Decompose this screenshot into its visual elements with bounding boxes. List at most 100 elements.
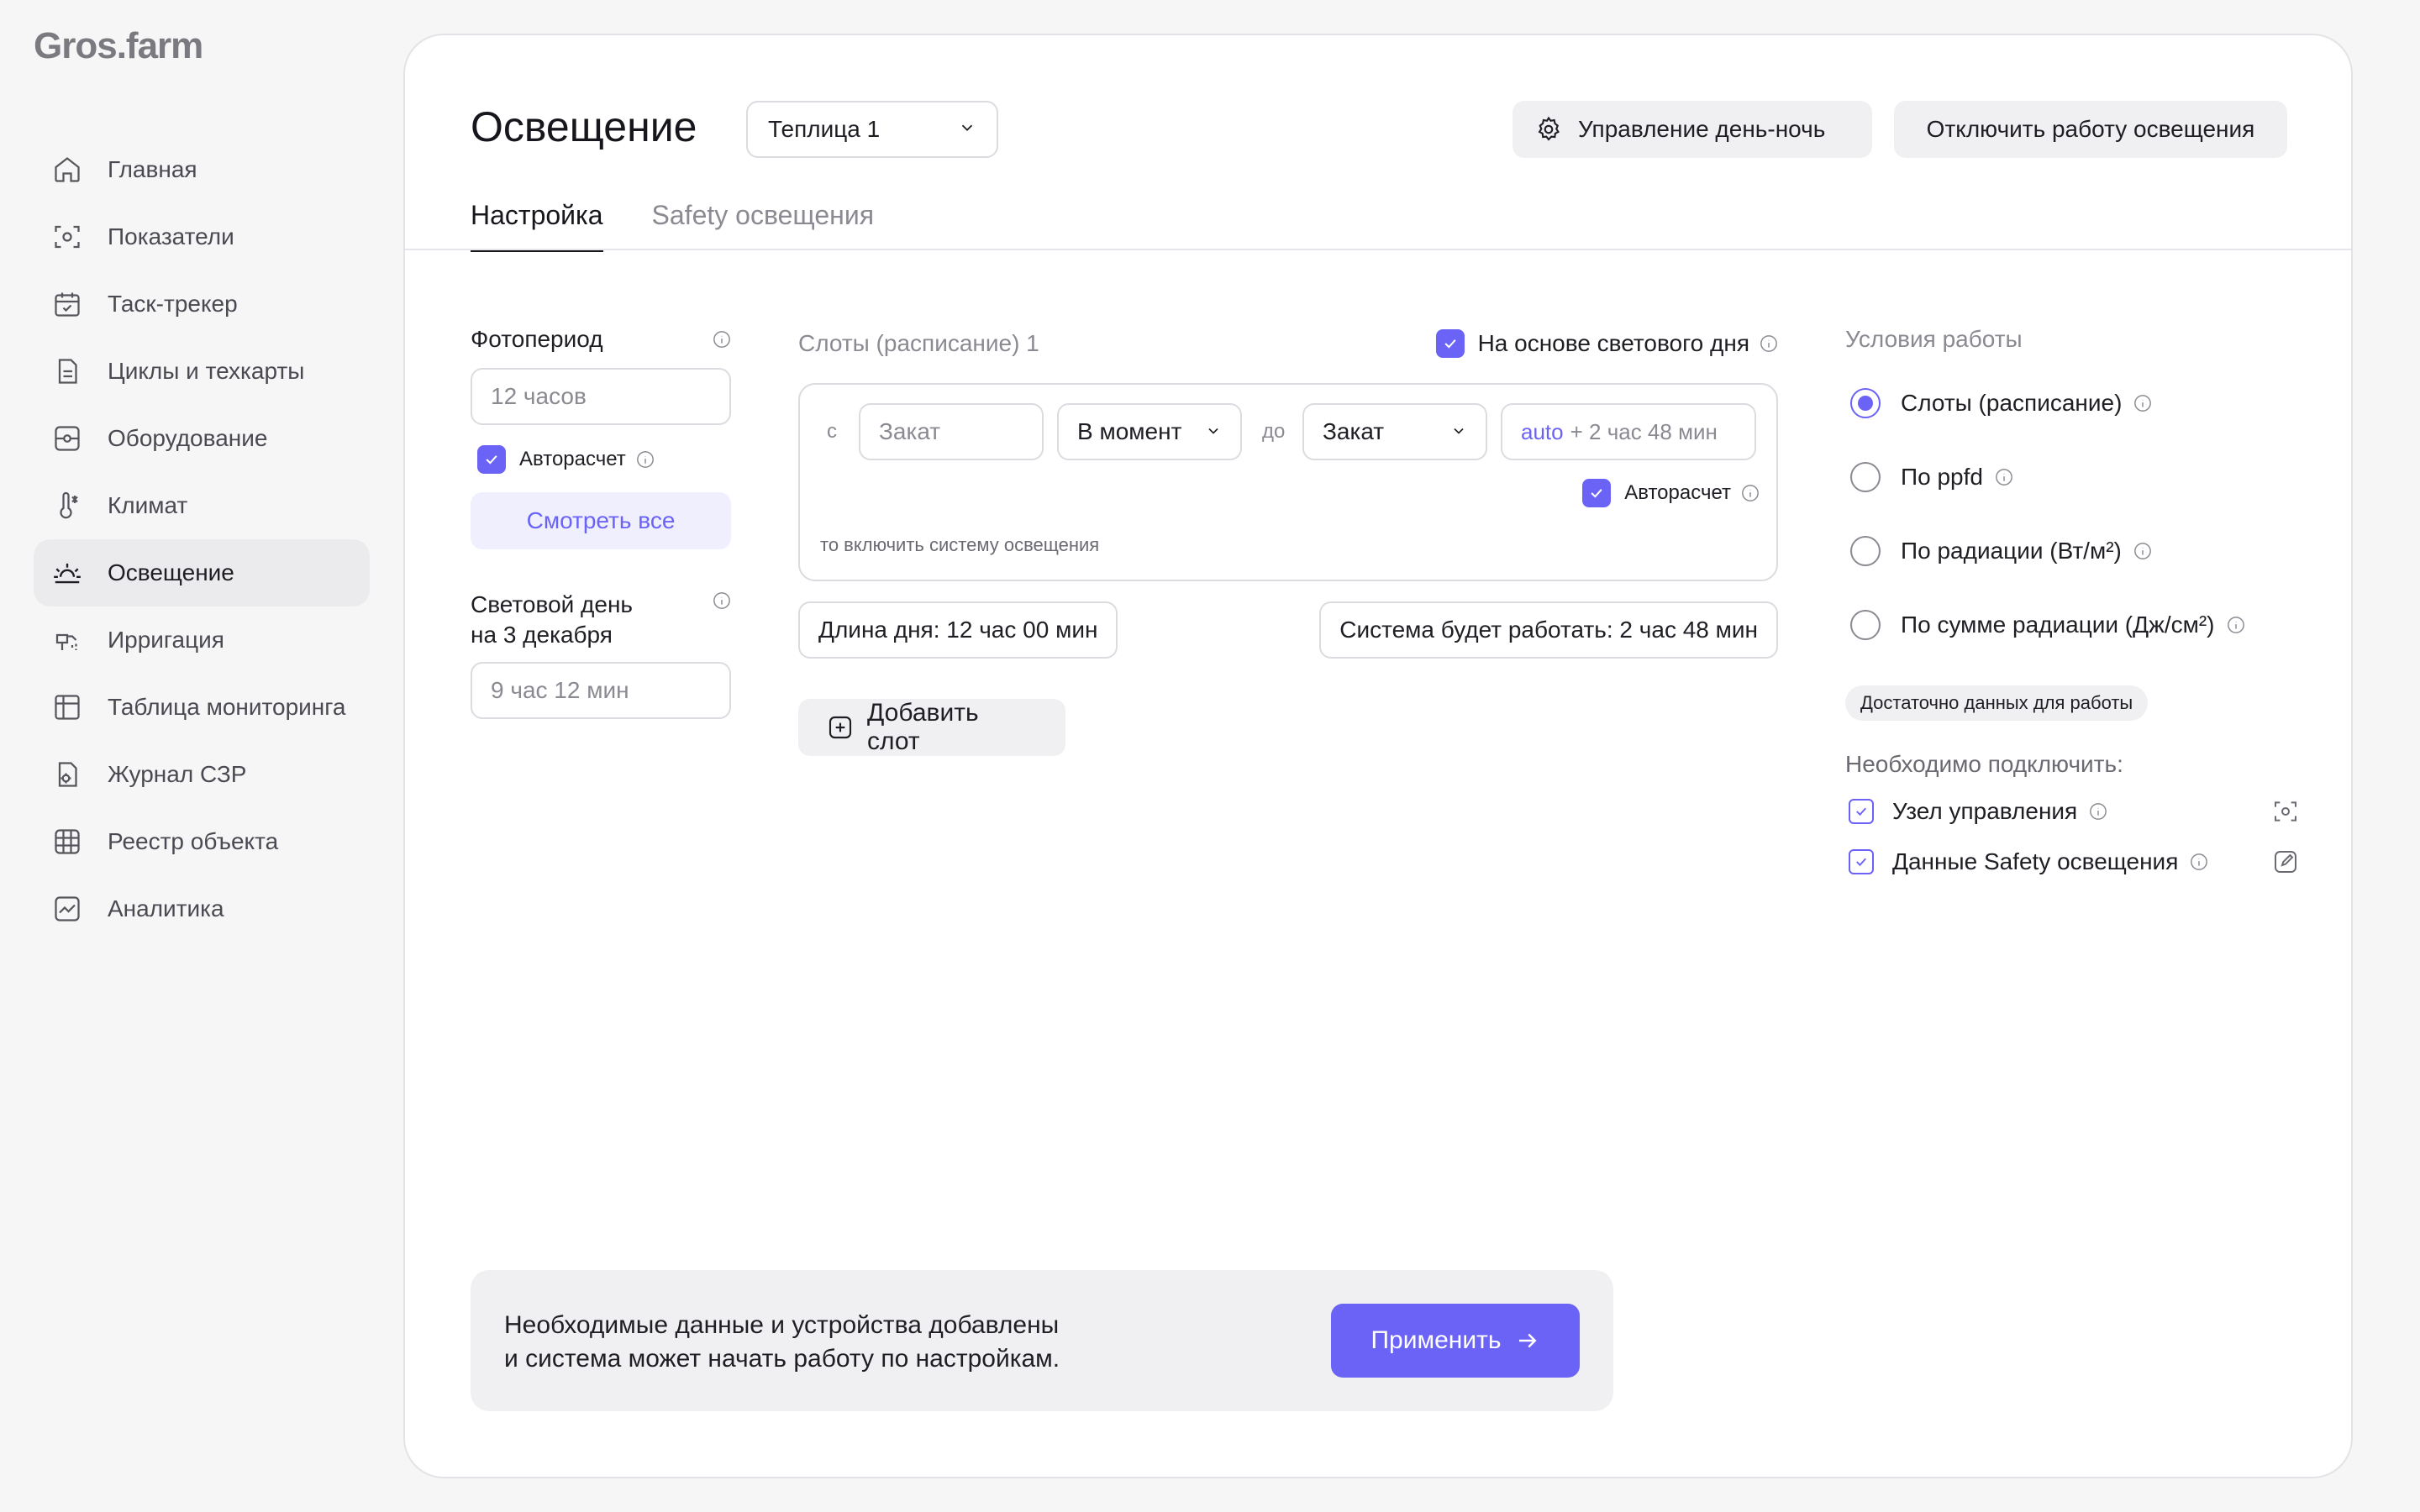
disable-lighting-button[interactable]: Отключить работу освещения (1894, 101, 2287, 158)
radio-button[interactable] (1850, 536, 1881, 566)
daynight-button[interactable]: Управление день-ночь (1512, 101, 1872, 158)
condition-option-label: По ppfd (1901, 464, 1983, 490)
analytics-icon (50, 892, 84, 926)
sidebar-item-cycles[interactable]: Циклы и техкарты (34, 338, 370, 405)
sidebar-item-irrigation[interactable]: Ирригация (34, 606, 370, 674)
tab-safety[interactable]: Safety освещения (652, 200, 874, 252)
info-icon[interactable] (2089, 802, 2107, 821)
daylight-based-label: На основе светового дня (1477, 330, 1749, 356)
main-panel: Освещение Теплица 1 Управление день-ночь… (403, 34, 2353, 1478)
sidebar-item-climate[interactable]: Климат (34, 472, 370, 539)
info-icon[interactable] (2133, 542, 2152, 560)
slot-autocalc-checkbox[interactable] (1582, 479, 1612, 507)
scan-icon[interactable] (2272, 798, 2299, 825)
sidebar-item-label: Циклы и техкарты (108, 358, 305, 384)
condition-option[interactable]: По ppfd (1850, 462, 2299, 492)
sidebar-item-journal[interactable]: Журнал СЗР (34, 741, 370, 808)
to-select[interactable]: Закат (1302, 403, 1487, 460)
moment-select[interactable]: В момент (1057, 403, 1242, 460)
sidebar-item-label: Оборудование (108, 425, 268, 451)
auto-duration-input[interactable]: auto + 2 час 48 мин (1501, 403, 1756, 460)
page-title: Освещение (471, 103, 697, 150)
daylight-value: 9 час 12 мин (491, 677, 629, 703)
sidebar-item-tasks[interactable]: Таск-трекер (34, 270, 370, 338)
sidebar-item-label: Аналитика (108, 895, 224, 921)
required-checkbox[interactable] (1849, 799, 1874, 824)
required-label: Необходимо подключить: (1845, 751, 2123, 777)
arrow-right-icon (1515, 1328, 1540, 1353)
info-icon[interactable] (1760, 334, 1778, 353)
sidebar-item-monitoring[interactable]: Таблица мониторинга (34, 674, 370, 741)
home-icon (50, 153, 84, 186)
tab-settings[interactable]: Настройка (471, 200, 603, 252)
apply-button[interactable]: Применить (1331, 1304, 1580, 1378)
sidebar-item-equipment[interactable]: Оборудование (34, 405, 370, 472)
add-slot-button[interactable]: Добавить слот (798, 699, 1065, 756)
sidebar-item-label: Показатели (108, 223, 234, 249)
info-icon[interactable] (1995, 468, 2013, 486)
sidebar-item-registry[interactable]: Реестр объекта (34, 808, 370, 875)
status-badge: Достаточно данных для работы (1845, 685, 2149, 721)
gear-icon (1534, 115, 1563, 144)
auto-value: + 2 час 48 мин (1570, 418, 1718, 444)
radio-button[interactable] (1850, 610, 1881, 640)
system-work-chip: Система будет работать: 2 час 48 мин (1319, 601, 1778, 659)
daylight-label-line1: Световой день (471, 591, 634, 617)
sidebar-item-indicators[interactable]: Показатели (34, 203, 370, 270)
apply-button-label: Применить (1370, 1326, 1502, 1354)
info-icon[interactable] (636, 450, 655, 469)
photoperiod-label: Фотопериод (471, 326, 603, 352)
sidebar: Главная Показатели Таск-трекер Циклы и т… (34, 136, 370, 942)
daylight-based-checkbox[interactable] (1435, 329, 1465, 358)
daylight-input[interactable]: 9 час 12 мин (471, 662, 731, 719)
autocalc-checkbox[interactable] (477, 445, 506, 474)
day-length-chip: Длина дня: 12 час 00 мин (798, 601, 1118, 659)
calendar-icon (50, 287, 84, 321)
photoperiod-input[interactable]: 12 часов (471, 368, 731, 425)
condition-option[interactable]: По радиации (Вт/м²) (1850, 536, 2299, 566)
from-label: с (827, 420, 837, 443)
to-select-value: Закат (1323, 418, 1385, 444)
slot-hint: то включить систему освещения (820, 534, 1100, 555)
radio-button[interactable] (1850, 388, 1881, 418)
required-checkbox[interactable] (1849, 849, 1874, 874)
required-item: Данные Safety освещения (1849, 848, 2299, 875)
slot-card: с Закат В момент до Закат auto + 2 час 4… (798, 383, 1778, 581)
sidebar-item-label: Ирригация (108, 627, 224, 653)
slots-section: Слоты (расписание) 1 На основе светового… (798, 329, 1778, 756)
plus-square-icon (827, 714, 854, 741)
apply-footer: Необходимые данные и устройства добавлен… (471, 1270, 1613, 1411)
radio-button[interactable] (1850, 462, 1881, 492)
autocalc-label: Авторасчет (519, 448, 626, 470)
info-icon[interactable] (2133, 394, 2152, 412)
chevron-down-icon (1205, 418, 1222, 445)
conditions-section: Условия работы Слоты (расписание) По ppf… (1845, 326, 2299, 875)
info-icon[interactable] (2227, 616, 2245, 634)
info-icon[interactable] (713, 330, 731, 349)
view-all-button[interactable]: Смотреть все (471, 492, 731, 549)
info-icon[interactable] (1741, 484, 1760, 502)
info-icon[interactable] (713, 591, 731, 610)
condition-option[interactable]: По сумме радиации (Дж/см²) (1850, 610, 2299, 640)
sidebar-item-label: Главная (108, 156, 197, 182)
sidebar-item-home[interactable]: Главная (34, 136, 370, 203)
footer-message-line1: Необходимые данные и устройства добавлен… (504, 1311, 1060, 1339)
condition-option-label: По радиации (Вт/м²) (1901, 538, 2122, 564)
sidebar-item-label: Климат (108, 492, 188, 518)
condition-option-label: Слоты (расписание) (1901, 390, 2123, 416)
equipment-icon (50, 422, 84, 455)
sidebar-item-lighting[interactable]: Освещение (34, 539, 370, 606)
condition-option[interactable]: Слоты (расписание) (1850, 388, 2299, 418)
info-icon[interactable] (2190, 853, 2208, 871)
sidebar-item-analytics[interactable]: Аналитика (34, 875, 370, 942)
tabs: Настройка Safety освещения (471, 200, 874, 252)
document-icon (50, 354, 84, 388)
footer-message-line2: и система может начать работу по настрой… (504, 1345, 1060, 1373)
from-input[interactable]: Закат (859, 403, 1044, 460)
grid-icon (50, 825, 84, 858)
required-item-label: Данные Safety освещения (1892, 848, 2179, 874)
brand-logo[interactable]: Gros.farm (34, 25, 203, 67)
greenhouse-select-value: Теплица 1 (768, 116, 881, 142)
edit-icon[interactable] (2272, 848, 2299, 875)
greenhouse-select[interactable]: Теплица 1 (746, 101, 998, 158)
